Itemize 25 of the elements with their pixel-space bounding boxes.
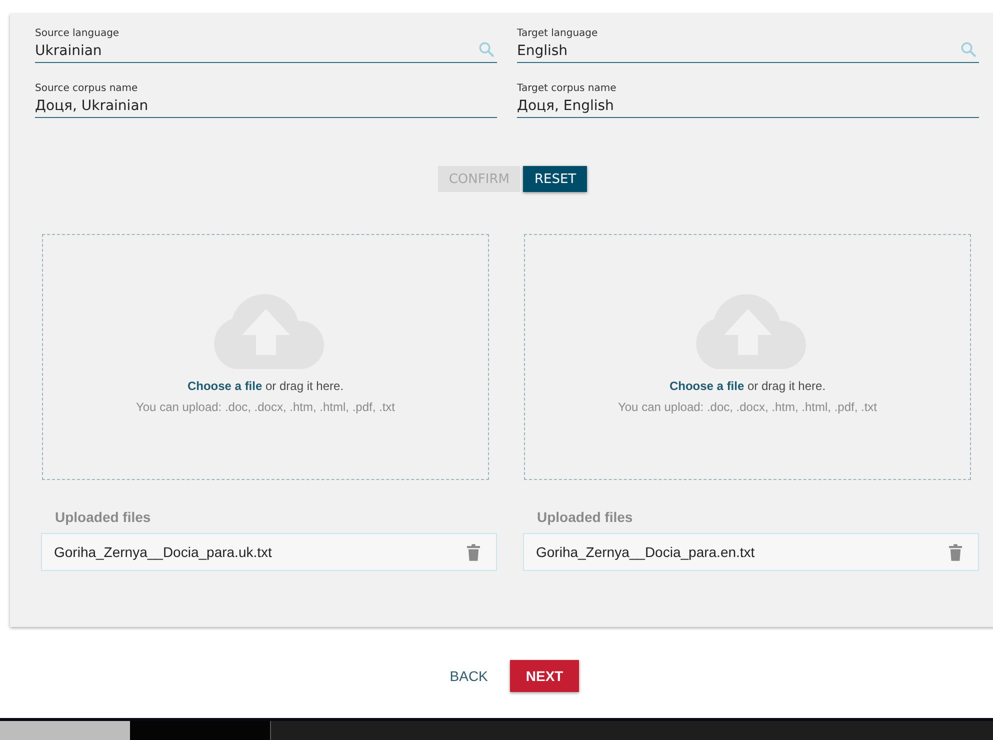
field-label: Target corpus name [517, 83, 618, 94]
search-icon [478, 40, 495, 58]
search-icon [960, 40, 977, 58]
search-field[interactable]: English [517, 39, 960, 59]
field-label: Source corpus name [35, 83, 139, 94]
trash-icon[interactable] [949, 544, 962, 560]
field-label: Source language [35, 28, 120, 39]
input-field[interactable]: Доця, English [517, 94, 979, 114]
file-drop-zone[interactable]: Choose a file or drag it here. You can upload: .doc, .docx, .htm, .html, .pdf, .txt [42, 234, 489, 480]
file-name: Goriha_Zernya__Docia_para.en.txt [536, 544, 755, 560]
search-field[interactable]: Ukrainian [35, 39, 478, 59]
back-button[interactable]: BACK [446, 660, 492, 692]
file-drop-zone[interactable]: Choose a file or drag it here. You can upload: .doc, .docx, .htm, .html, .pdf, .txt [524, 234, 971, 480]
reset-button[interactable]: RESET [523, 166, 588, 192]
input-field[interactable]: Доця, Ukrainian [35, 94, 497, 114]
drop-prompt: Choose a file or drag it here. [669, 379, 826, 393]
uploaded-files-heading: Uploaded files [537, 509, 634, 525]
uploaded-files-heading: Uploaded files [55, 509, 152, 525]
drop-prompt: Choose a file or drag it here. [187, 379, 344, 393]
trash-icon[interactable] [467, 544, 480, 560]
next-button[interactable]: NEXT [510, 660, 580, 692]
allowed-formats-text: You can upload: .doc, .docx, .htm, .html, .pdf, .txt [618, 400, 878, 414]
field-label: Target language [517, 28, 599, 39]
file-name: Goriha_Zernya__Docia_para.uk.txt [54, 544, 272, 560]
allowed-formats-text: You can upload: .doc, .docx, .htm, .html, .pdf, .txt [136, 400, 396, 414]
